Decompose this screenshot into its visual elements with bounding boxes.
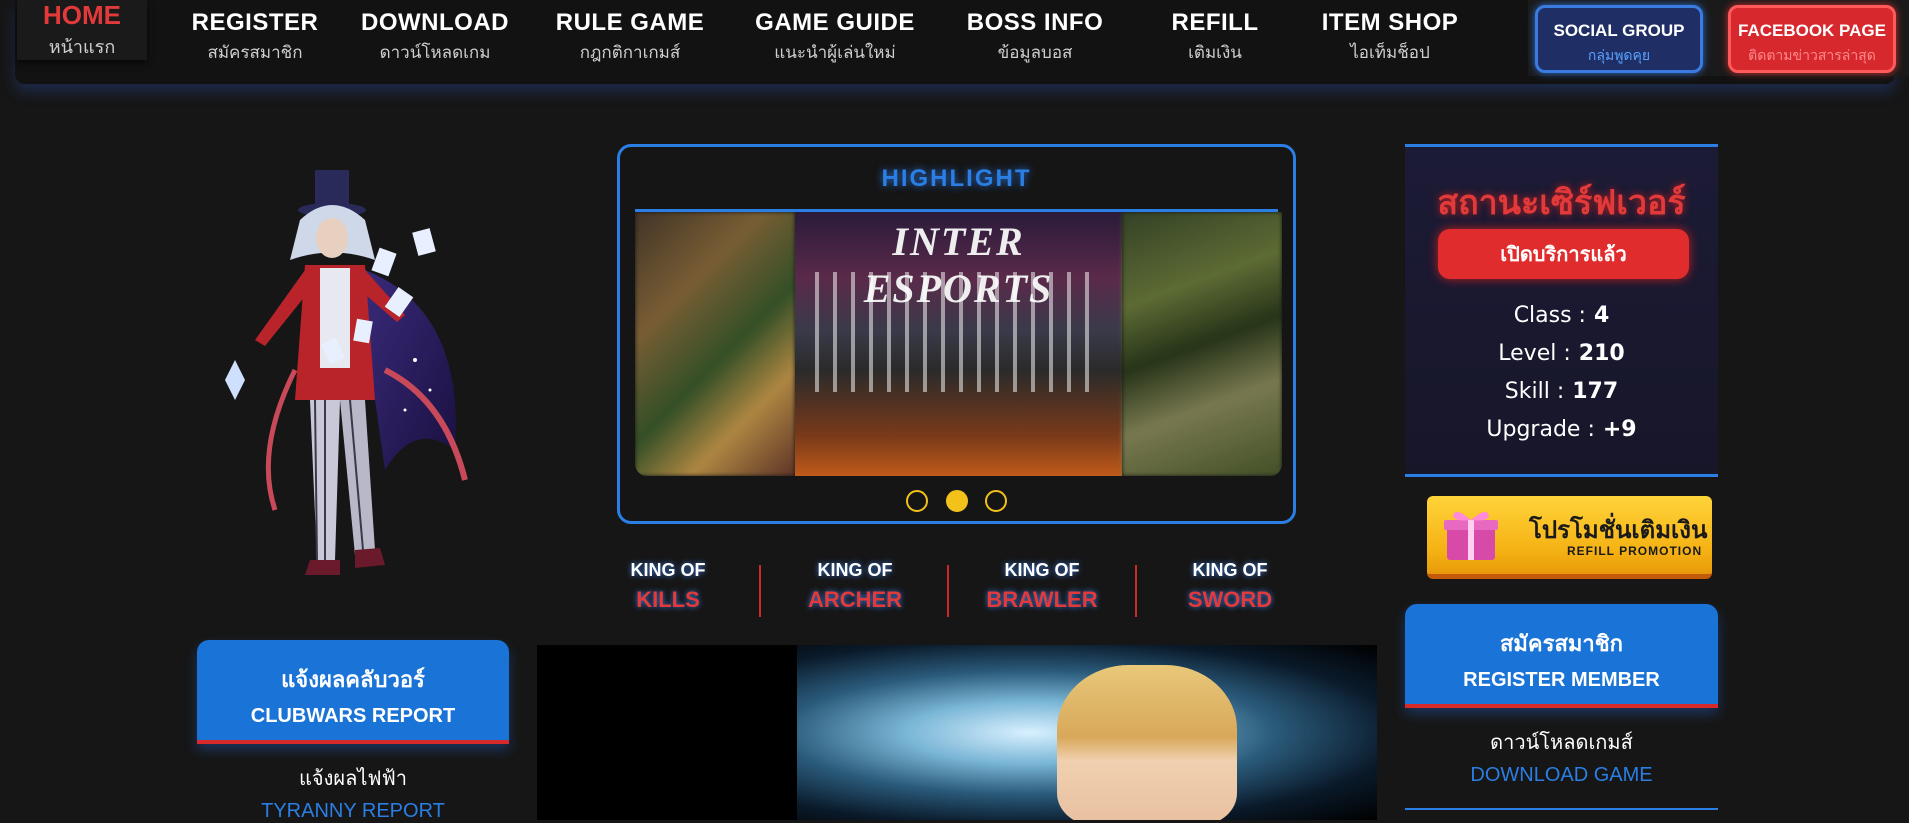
- gift-icon: [1444, 511, 1498, 560]
- clubwars-report-title-en: CLUBWARS REPORT: [250, 705, 456, 727]
- nav-rule-game[interactable]: RULE GAME กฎกติกาเกมส์: [545, 9, 715, 66]
- stat-upgrade-label: Upgrade :: [1486, 417, 1595, 442]
- nav-rule-game-label: RULE GAME: [555, 9, 705, 36]
- king-separator: [759, 565, 761, 617]
- slide-track[interactable]: INTER ESPORTS: [635, 212, 1282, 476]
- server-status-panel: สถานะเซิร์ฟเวอร์ เปิดบริการแล้ว Class : 4…: [1405, 144, 1718, 477]
- king-of-kills[interactable]: KING OF KILLS: [588, 560, 748, 613]
- nav-social-area: SOCIAL GROUP กลุ่มพูดคุย FACEBOOK PAGE ต…: [1528, 0, 1909, 76]
- king-of-brawler[interactable]: KING OF BRAWLER: [962, 560, 1122, 613]
- stat-level: Level : 210: [1405, 341, 1718, 366]
- facebook-page-label: FACEBOOK PAGE: [1738, 21, 1886, 40]
- king-of-kills-line2: KILLS: [636, 587, 700, 612]
- tyranny-report-label-th: แจ้งผลไฟฟ้า: [299, 766, 407, 790]
- nav-rule-game-sublabel: กฎกติกาเกมส์: [579, 43, 681, 63]
- main-banner[interactable]: [537, 645, 1377, 820]
- nav-download-label: DOWNLOAD: [361, 9, 509, 36]
- highlight-title: HIGHLIGHT: [881, 165, 1032, 192]
- nav-download[interactable]: DOWNLOAD ดาวน์โหลดเกม: [355, 9, 515, 66]
- social-group-button[interactable]: SOCIAL GROUP กลุ่มพูดคุย: [1535, 5, 1703, 73]
- king-of-brawler-line2: BRAWLER: [986, 587, 1098, 612]
- server-status-title: สถานะเซิร์ฟเวอร์: [1437, 183, 1686, 223]
- server-status-badge: เปิดบริการแล้ว: [1438, 229, 1689, 279]
- slider-dot-3[interactable]: [984, 490, 1007, 512]
- stat-class: Class : 4: [1405, 303, 1718, 328]
- king-of-brawler-line1: KING OF: [1004, 560, 1080, 580]
- clubwars-report-header[interactable]: แจ้งผลคลับวอร์ CLUBWARS REPORT: [197, 640, 509, 744]
- register-member-panel: สมัครสมาชิก REGISTER MEMBER ดาวน์โหลดเกม…: [1405, 604, 1718, 820]
- stat-upgrade-value: +9: [1602, 417, 1637, 442]
- nav-refill-sublabel: เติมเงิน: [1188, 43, 1242, 63]
- stat-upgrade: Upgrade : +9: [1405, 417, 1718, 442]
- nav-home-sublabel: หน้าแรก: [48, 37, 116, 58]
- facebook-page-button[interactable]: FACEBOOK PAGE ติดตามข่าวสารล่าสุด: [1728, 5, 1896, 73]
- social-group-sublabel: กลุ่มพูดคุย: [1587, 48, 1651, 64]
- nav-refill[interactable]: REFILL เติมเงิน: [1155, 9, 1275, 66]
- refill-promotion-banner[interactable]: โปรโมชั่นเติมเงิน REFILL PROMOTION: [1427, 496, 1712, 579]
- king-of-sword-line2: SWORD: [1187, 587, 1273, 612]
- king-separator: [1135, 565, 1137, 617]
- king-of-archer-line2: ARCHER: [807, 587, 903, 612]
- stat-class-value: 4: [1593, 303, 1610, 328]
- stat-skill-value: 177: [1572, 379, 1619, 404]
- nav-download-sublabel: ดาวน์โหลดเกม: [379, 43, 491, 63]
- download-game-link[interactable]: ดาวน์โหลดเกมส์ DOWNLOAD GAME: [1405, 726, 1718, 787]
- king-of-sword[interactable]: KING OF SWORD: [1150, 560, 1310, 613]
- king-of-kills-line1: KING OF: [630, 560, 706, 580]
- king-of-archer-line1: KING OF: [817, 560, 893, 580]
- nav-item-shop-label: ITEM SHOP: [1321, 9, 1459, 36]
- tyranny-report-link[interactable]: แจ้งผลไฟฟ้า TYRANNY REPORT: [197, 762, 509, 823]
- nav-refill-label: REFILL: [1171, 9, 1259, 36]
- refill-promotion-title-en: REFILL PROMOTION: [1567, 544, 1703, 558]
- slide-effects: [815, 272, 1102, 392]
- slider-dot-2[interactable]: [945, 490, 968, 512]
- character-illustration: [225, 170, 468, 575]
- slider-pagination: [620, 490, 1293, 516]
- stat-skill: Skill : 177: [1405, 379, 1718, 404]
- register-member-title-th: สมัครสมาชิก: [1500, 632, 1623, 657]
- nav-item-shop[interactable]: ITEM SHOP ไอเท็มช็อป: [1310, 9, 1470, 66]
- download-game-label-en: DOWNLOAD GAME: [1470, 764, 1653, 786]
- nav-game-guide[interactable]: GAME GUIDE แนะนำผู้เล่นใหม่: [745, 9, 925, 66]
- nav-home-label: HOME: [43, 0, 121, 30]
- facebook-page-sublabel: ติดตามข่าวสารล่าสุด: [1748, 48, 1876, 64]
- register-member-header[interactable]: สมัครสมาชิก REGISTER MEMBER: [1405, 604, 1718, 708]
- nav-home[interactable]: HOME หน้าแรก: [17, 0, 147, 60]
- clubwars-report-panel: แจ้งผลคลับวอร์ CLUBWARS REPORT แจ้งผลไฟฟ…: [197, 640, 509, 823]
- nav-game-guide-sublabel: แนะนำผู้เล่นใหม่: [774, 43, 896, 63]
- stat-level-label: Level :: [1498, 341, 1571, 366]
- social-group-label: SOCIAL GROUP: [1553, 21, 1685, 40]
- nav-register[interactable]: REGISTER สมัครสมาชิก: [175, 9, 335, 66]
- king-of-archer[interactable]: KING OF ARCHER: [775, 560, 935, 613]
- slide-previous[interactable]: [635, 212, 795, 476]
- nav-boss-info-label: BOSS INFO: [966, 9, 1104, 36]
- stat-skill-label: Skill :: [1504, 379, 1565, 404]
- slide-next[interactable]: [1122, 212, 1282, 476]
- slider-dot-1[interactable]: [906, 490, 929, 512]
- panel-divider: [1405, 808, 1718, 810]
- nav-boss-info-sublabel: ข้อมูลบอส: [997, 43, 1073, 63]
- nav-game-guide-label: GAME GUIDE: [755, 9, 915, 36]
- clubwars-report-title-th: แจ้งผลคลับวอร์: [281, 668, 425, 693]
- download-game-label-th: ดาวน์โหลดเกมส์: [1490, 730, 1633, 754]
- nav-register-sublabel: สมัครสมาชิก: [207, 43, 303, 63]
- king-separator: [947, 565, 949, 617]
- nav-item-shop-sublabel: ไอเท็มช็อป: [1350, 43, 1430, 63]
- nav-boss-info[interactable]: BOSS INFO ข้อมูลบอส: [955, 9, 1115, 66]
- nav-register-label: REGISTER: [191, 9, 319, 36]
- banner-character-art: [1057, 665, 1237, 820]
- top-navigation: HOME หน้าแรก REGISTER สมัครสมาชิก DOWNLO…: [15, 0, 1909, 84]
- highlight-slider: HIGHLIGHT INTER ESPORTS: [617, 144, 1296, 524]
- king-of-sword-line1: KING OF: [1192, 560, 1268, 580]
- slide-current[interactable]: INTER ESPORTS: [795, 212, 1122, 476]
- register-member-title-en: REGISTER MEMBER: [1463, 669, 1660, 691]
- stat-class-label: Class :: [1513, 303, 1586, 328]
- stat-level-value: 210: [1578, 341, 1625, 366]
